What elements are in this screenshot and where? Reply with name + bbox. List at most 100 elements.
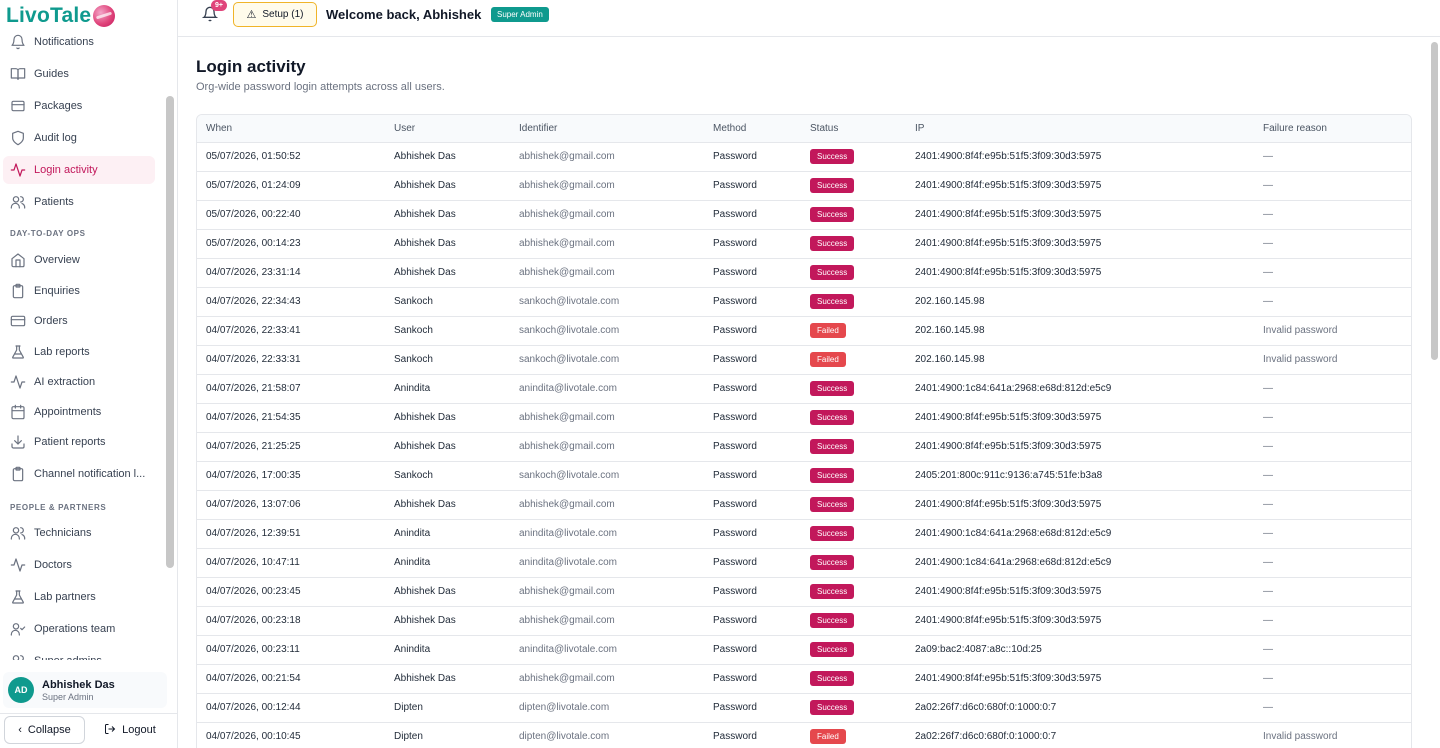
column-header-failure-reason[interactable]: Failure reason <box>1254 115 1411 143</box>
sidebar-item-audit-log[interactable]: Audit log <box>3 124 155 152</box>
table-row[interactable]: 04/07/2026, 23:31:14 Abhishek Das abhishek… <box>197 258 1411 288</box>
chevron-left-icon: ‹ <box>18 724 22 736</box>
sidebar-item-label: Guides <box>34 68 69 80</box>
column-header-identifier[interactable]: Identifier <box>510 115 704 143</box>
sidebar-item-label: Technicians <box>34 527 92 539</box>
table-row[interactable]: 05/07/2026, 00:22:40 Abhishek Das abhishek… <box>197 200 1411 230</box>
sidebar-item-label: Appointments <box>34 406 102 418</box>
cell-ip: 2401:4900:1c84:641a:2968:e68d:812d:e5c9 <box>906 548 1254 578</box>
setup-button[interactable]: ⚠ Setup (1) <box>233 2 317 27</box>
table-row[interactable]: 04/07/2026, 21:54:35 Abhishek Das abhishek… <box>197 403 1411 433</box>
table-row[interactable]: 05/07/2026, 01:50:52 Abhishek Das abhishek… <box>197 142 1411 172</box>
cell-method: Password <box>704 287 801 317</box>
cell-user: Abhishek Das <box>385 577 510 607</box>
cell-failure-reason: — <box>1254 258 1411 288</box>
cell-user: Abhishek Das <box>385 200 510 230</box>
column-header-status[interactable]: Status <box>801 115 906 143</box>
user-card[interactable]: AD Abhishek Das Super Admin <box>3 672 167 708</box>
brand-logo[interactable]: LivoTale <box>6 3 116 29</box>
cell-ip: 2401:4900:8f4f:e95b:51f5:3f09:30d3:5975 <box>906 664 1254 694</box>
table-row[interactable]: 04/07/2026, 21:25:25 Abhishek Das abhishek… <box>197 432 1411 462</box>
cell-status: Success <box>801 258 906 288</box>
sidebar-scrollbar[interactable] <box>166 96 174 568</box>
cell-status: Success <box>801 461 906 491</box>
table-row[interactable]: 05/07/2026, 00:14:23 Abhishek Das abhishek… <box>197 229 1411 259</box>
cell-when: 04/07/2026, 22:34:43 <box>197 287 385 317</box>
sidebar-nav: Notifications Guides Packages Audit log Logi… <box>0 30 164 660</box>
sidebar-item-label: Notifications <box>34 36 94 48</box>
table-row[interactable]: 04/07/2026, 10:47:11 Anindita anindita@liv… <box>197 548 1411 578</box>
users-icon <box>10 194 26 210</box>
bell-icon <box>10 34 26 50</box>
cell-method: Password <box>704 461 801 491</box>
table-row[interactable]: 04/07/2026, 21:58:07 Anindita anindita@liv… <box>197 374 1411 404</box>
cell-identifier: abhishek@gmail.com <box>510 171 704 201</box>
sidebar-item-super-admins[interactable]: Super admins <box>3 647 155 660</box>
collapse-button[interactable]: ‹ Collapse <box>4 716 85 744</box>
cell-identifier: abhishek@gmail.com <box>510 229 704 259</box>
table-row[interactable]: 04/07/2026, 00:21:54 Abhishek Das abhishek… <box>197 664 1411 694</box>
table-row[interactable]: 04/07/2026, 22:34:43 Sankoch sankoch@livot… <box>197 287 1411 317</box>
package-icon <box>10 98 26 114</box>
sidebar-item-channel-notification-l[interactable]: Channel notification l... <box>3 460 155 488</box>
sidebar-item-operations-team[interactable]: Operations team <box>3 615 155 643</box>
table-row[interactable]: 04/07/2026, 22:33:31 Sankoch sankoch@livot… <box>197 345 1411 375</box>
table-row[interactable]: 04/07/2026, 22:33:41 Sankoch sankoch@livot… <box>197 316 1411 346</box>
sidebar-item-patients[interactable]: Patients <box>3 188 155 216</box>
column-header-when[interactable]: When <box>197 115 385 143</box>
cell-when: 04/07/2026, 12:39:51 <box>197 519 385 549</box>
sidebar-item-packages[interactable]: Packages <box>3 92 155 120</box>
sidebar-item-lab-reports[interactable]: Lab reports <box>3 338 155 366</box>
download-icon <box>10 434 26 450</box>
cell-user: Abhishek Das <box>385 258 510 288</box>
column-header-ip[interactable]: IP <box>906 115 1254 143</box>
users-icon <box>10 653 26 660</box>
logout-button[interactable]: Logout <box>96 716 164 744</box>
table-row[interactable]: 04/07/2026, 00:23:18 Abhishek Das abhishek… <box>197 606 1411 636</box>
section-label-day-to-day-ops: DAY-TO-DAY OPS <box>10 229 86 238</box>
status-badge: Success <box>810 149 855 164</box>
cell-ip: 202.160.145.98 <box>906 345 1254 375</box>
cell-user: Abhishek Das <box>385 432 510 462</box>
table-row[interactable]: 04/07/2026, 00:23:11 Anindita anindita@liv… <box>197 635 1411 665</box>
cell-method: Password <box>704 200 801 230</box>
column-header-method[interactable]: Method <box>704 115 801 143</box>
table-row[interactable]: 04/07/2026, 00:10:45 Dipten dipten@livotal… <box>197 722 1411 748</box>
sidebar-item-notifications[interactable]: Notifications <box>3 30 155 56</box>
sidebar-item-enquiries[interactable]: Enquiries <box>3 277 155 305</box>
table-row[interactable]: 04/07/2026, 17:00:35 Sankoch sankoch@livot… <box>197 461 1411 491</box>
sidebar-item-patient-reports[interactable]: Patient reports <box>3 428 155 456</box>
cell-when: 04/07/2026, 10:47:11 <box>197 548 385 578</box>
sidebar-item-appointments[interactable]: Appointments <box>3 398 155 426</box>
sidebar-item-overview[interactable]: Overview <box>3 246 155 274</box>
sidebar-item-guides[interactable]: Guides <box>3 60 155 88</box>
cell-when: 05/07/2026, 00:22:40 <box>197 200 385 230</box>
cell-failure-reason: — <box>1254 606 1411 636</box>
cell-ip: 2401:4900:8f4f:e95b:51f5:3f09:30d3:5975 <box>906 403 1254 433</box>
cell-identifier: abhishek@gmail.com <box>510 200 704 230</box>
cell-when: 04/07/2026, 17:00:35 <box>197 461 385 491</box>
table-row[interactable]: 04/07/2026, 00:12:44 Dipten dipten@livotal… <box>197 693 1411 723</box>
table-row[interactable]: 05/07/2026, 01:24:09 Abhishek Das abhishek… <box>197 171 1411 201</box>
sidebar-item-doctors[interactable]: Doctors <box>3 551 155 579</box>
cell-identifier: abhishek@gmail.com <box>510 258 704 288</box>
cell-status: Success <box>801 200 906 230</box>
user-role: Super Admin <box>42 691 94 702</box>
status-badge: Success <box>810 613 855 628</box>
sidebar-item-technicians[interactable]: Technicians <box>3 519 155 547</box>
cell-failure-reason: — <box>1254 229 1411 259</box>
cell-status: Failed <box>801 316 906 346</box>
table-row[interactable]: 04/07/2026, 13:07:06 Abhishek Das abhishek… <box>197 490 1411 520</box>
table-row[interactable]: 04/07/2026, 12:39:51 Anindita anindita@liv… <box>197 519 1411 549</box>
cell-ip: 2401:4900:8f4f:e95b:51f5:3f09:30d3:5975 <box>906 229 1254 259</box>
sidebar-item-ai-extraction[interactable]: AI extraction <box>3 368 155 396</box>
sidebar-item-orders[interactable]: Orders <box>3 307 155 335</box>
cell-method: Password <box>704 490 801 520</box>
column-header-user[interactable]: User <box>385 115 510 143</box>
main-scrollbar[interactable] <box>1431 42 1438 360</box>
table-row[interactable]: 04/07/2026, 00:23:45 Abhishek Das abhishek… <box>197 577 1411 607</box>
cell-when: 04/07/2026, 23:31:14 <box>197 258 385 288</box>
sidebar-item-lab-partners[interactable]: Lab partners <box>3 583 155 611</box>
sidebar-item-label: Patient reports <box>34 436 106 448</box>
sidebar-item-login-activity[interactable]: Login activity <box>3 156 155 184</box>
